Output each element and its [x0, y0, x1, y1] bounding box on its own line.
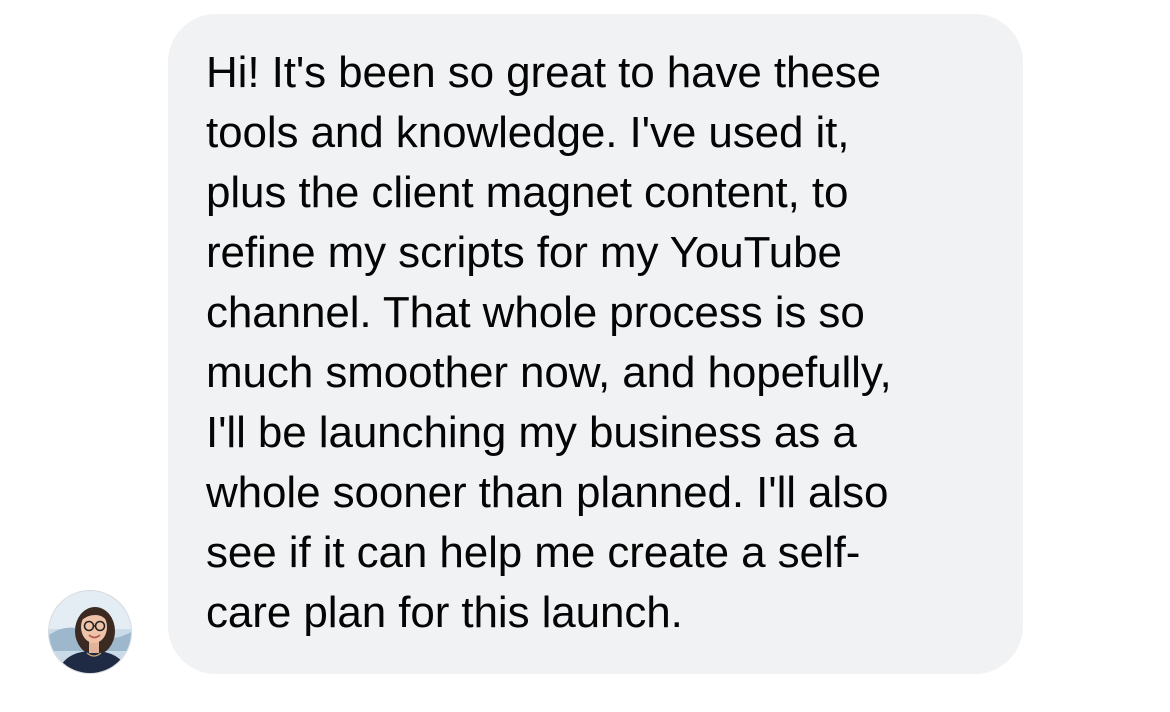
message-text: Hi! It's been so great to have these too…: [206, 43, 993, 643]
message-line: channel. That whole process is so: [206, 288, 865, 337]
chat-thread: Hi! It's been so great to have these too…: [0, 0, 1170, 712]
message-line: care plan for this launch.: [206, 588, 683, 637]
message-line: much smoother now, and hopefully,: [206, 348, 892, 397]
message-line: plus the client magnet content, to: [206, 168, 849, 217]
message-line: refine my scripts for my YouTube: [206, 228, 842, 277]
message-bubble[interactable]: Hi! It's been so great to have these too…: [168, 14, 1023, 674]
sender-avatar[interactable]: [48, 590, 132, 674]
message-line: see if it can help me create a self-: [206, 528, 861, 577]
message-line: Hi! It's been so great to have these: [206, 48, 881, 97]
message-line: I'll be launching my business as a: [206, 408, 857, 457]
message-line: tools and knowledge. I've used it,: [206, 108, 850, 157]
message-line: whole sooner than planned. I'll also: [206, 468, 889, 517]
profile-photo-icon: [49, 591, 131, 673]
